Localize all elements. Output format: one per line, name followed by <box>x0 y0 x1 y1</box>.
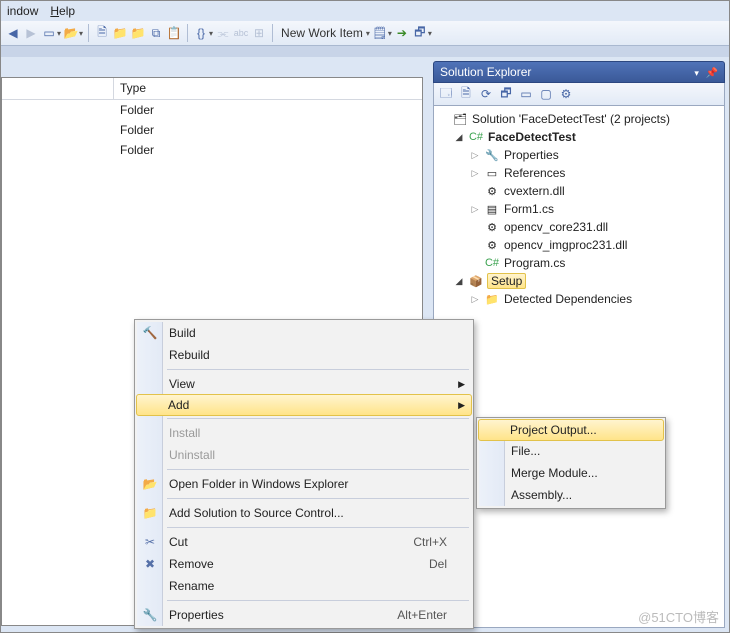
dll-icon: ⚙ <box>484 219 500 235</box>
refresh-icon[interactable]: ⟳ <box>478 86 494 102</box>
solution-explorer-title-text: Solution Explorer <box>440 65 531 79</box>
new-icon[interactable]: 🗎 <box>94 25 110 41</box>
code-icon[interactable]: {} <box>193 25 209 41</box>
file-node[interactable]: C#Program.cs <box>436 254 722 272</box>
sub-file[interactable]: File... <box>479 440 663 462</box>
menu-help[interactable]: Help <box>50 4 75 18</box>
divider <box>167 418 469 419</box>
properties-node[interactable]: 🔧Properties <box>436 146 722 164</box>
cs-icon: C# <box>484 255 500 271</box>
col-type-header[interactable]: Type <box>114 78 152 99</box>
panel-controls: ▾ 📌 <box>694 65 718 79</box>
pin-icon[interactable]: 📌 <box>706 68 718 79</box>
ctx-view[interactable]: View▶ <box>137 373 471 395</box>
folder-icon: 📁 <box>484 291 500 307</box>
dll-icon: ⚙ <box>484 237 500 253</box>
setup-icon: 📦 <box>468 273 484 289</box>
divider <box>167 469 469 470</box>
link-icon[interactable]: 🗗 <box>412 25 428 41</box>
show-all-icon[interactable]: 🗎 <box>458 86 474 102</box>
file-node[interactable]: ▤Form1.cs <box>436 200 722 218</box>
menu-window[interactable]: indow <box>7 4 38 18</box>
new-folder-icon[interactable]: 📁 <box>130 25 146 41</box>
cut-icon: ✂ <box>142 535 158 549</box>
new-work-item-label[interactable]: New Work Item <box>278 26 366 40</box>
toolbar-row-1: ◀ ▶ ▭▾ 📂▾ 🗎 📁 📁 ⧉ 📋 {}▾ ⫘ abc ⊞ New Work… <box>1 21 729 46</box>
remove-icon: ✖ <box>142 557 158 571</box>
file-node[interactable]: ⚙opencv_core231.dll <box>436 218 722 236</box>
build-icon: 🔨 <box>142 326 158 340</box>
file-type-rows: Folder Folder Folder <box>2 100 422 160</box>
file-node[interactable]: ⚙cvextern.dll <box>436 182 722 200</box>
project-node[interactable]: C#FaceDetectTest <box>436 128 722 146</box>
nav-fwd-icon[interactable]: ▶ <box>23 25 39 41</box>
dll-icon: ⚙ <box>484 183 500 199</box>
list-item[interactable]: Folder <box>2 140 422 160</box>
sync-icon[interactable]: ⚙ <box>558 86 574 102</box>
properties-folder-icon: 🔧 <box>484 147 500 163</box>
ctx-install: Install <box>137 422 471 444</box>
references-icon: ▭ <box>484 165 500 181</box>
ctx-add-source-control[interactable]: 📁Add Solution to Source Control... <box>137 502 471 524</box>
ctx-properties[interactable]: 🔧PropertiesAlt+Enter <box>137 604 471 626</box>
list-item[interactable]: Folder <box>2 120 422 140</box>
solution-tree: 🗂Solution 'FaceDetectTest' (2 projects) … <box>433 106 725 628</box>
paste-icon[interactable]: 📋 <box>166 25 182 41</box>
submenu-arrow-icon: ▶ <box>458 379 465 390</box>
view-designer-icon[interactable]: ▭ <box>518 86 534 102</box>
file-node[interactable]: ⚙opencv_imgproc231.dll <box>436 236 722 254</box>
ctx-rename[interactable]: Rename <box>137 575 471 597</box>
ctx-add[interactable]: Add▶ <box>136 394 472 416</box>
ctx-cut[interactable]: ✂CutCtrl+X <box>137 531 471 553</box>
solution-node[interactable]: 🗂Solution 'FaceDetectTest' (2 projects) <box>436 110 722 128</box>
folder-open-icon[interactable]: 📁 <box>112 25 128 41</box>
folder-open-icon: 📂 <box>142 477 158 491</box>
menu-bar: indow Help <box>1 1 729 21</box>
dropdown-icon[interactable]: ▾ <box>694 68 699 78</box>
solution-icon: 🗂 <box>452 111 468 127</box>
ctx-rebuild[interactable]: Rebuild <box>137 344 471 366</box>
copy-icon[interactable]: ⧉ <box>148 25 164 41</box>
work-item-icon[interactable]: 🗒 <box>372 25 388 41</box>
sub-merge-module[interactable]: Merge Module... <box>479 462 663 484</box>
abc-icon[interactable]: abc <box>233 25 249 41</box>
form-icon: ▤ <box>484 201 500 217</box>
new-window-icon[interactable]: ▭ <box>41 25 57 41</box>
sub-assembly[interactable]: Assembly... <box>479 484 663 506</box>
divider <box>167 600 469 601</box>
nav-back-icon[interactable]: ◀ <box>5 25 21 41</box>
setup-project-node[interactable]: 📦Setup <box>436 272 722 290</box>
open-icon[interactable]: 📂 <box>63 25 79 41</box>
solution-explorer-toolbar: 🗔 🗎 ⟳ 🗗 ▭ ▢ ⚙ <box>433 83 725 106</box>
references-node[interactable]: ▭References <box>436 164 722 182</box>
divider <box>167 369 469 370</box>
list-item[interactable]: Folder <box>2 100 422 120</box>
ctx-remove[interactable]: ✖RemoveDel <box>137 553 471 575</box>
solution-explorer-title[interactable]: Solution Explorer ▾ 📌 <box>433 61 725 83</box>
submenu-arrow-icon: ▶ <box>458 400 465 411</box>
ctx-build[interactable]: 🔨Build <box>137 322 471 344</box>
properties-icon: 🔧 <box>142 608 158 622</box>
context-menu: 🔨Build Rebuild View▶ Add▶ Install Uninst… <box>134 319 474 629</box>
ctx-open-folder[interactable]: 📂Open Folder in Windows Explorer <box>137 473 471 495</box>
go-icon[interactable]: ➔ <box>394 25 410 41</box>
view-code-icon[interactable]: 🗗 <box>498 86 514 102</box>
watermark: @51CTO博客 <box>638 607 719 626</box>
sub-project-output[interactable]: Project Output... <box>478 419 664 441</box>
ctx-uninstall: Uninstall <box>137 444 471 466</box>
comment-icon[interactable]: ⫘ <box>215 25 231 41</box>
column-headers: Type <box>2 78 422 100</box>
collapse-all-icon[interactable]: ▢ <box>538 86 554 102</box>
csproj-icon: C# <box>468 129 484 145</box>
source-control-icon: 📁 <box>142 506 158 520</box>
col-name-header[interactable] <box>2 78 114 99</box>
add-submenu: Project Output... File... Merge Module..… <box>476 417 666 509</box>
divider <box>167 527 469 528</box>
properties-icon[interactable]: 🗔 <box>438 86 454 102</box>
detected-deps-node[interactable]: 📁Detected Dependencies <box>436 290 722 308</box>
solution-explorer: Solution Explorer ▾ 📌 🗔 🗎 ⟳ 🗗 ▭ ▢ ⚙ 🗂Sol… <box>433 61 725 628</box>
refresh-icon[interactable]: ⊞ <box>251 25 267 41</box>
divider <box>167 498 469 499</box>
